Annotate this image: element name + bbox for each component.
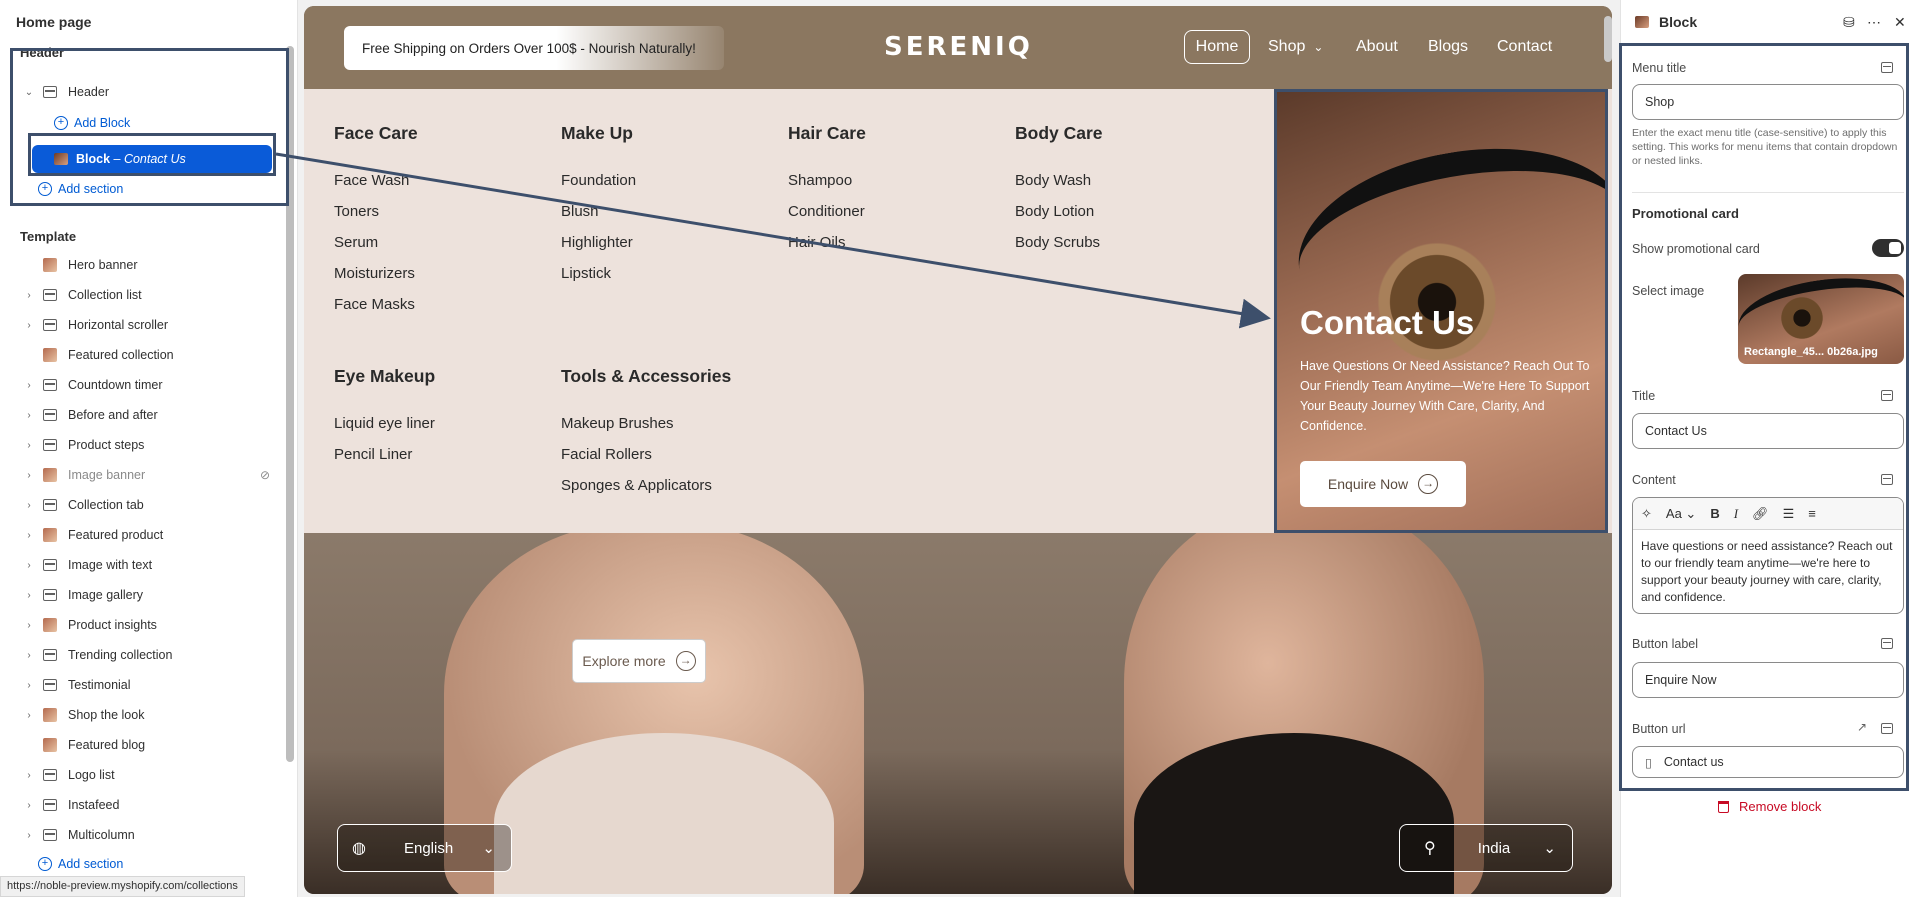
panel-header: Block xyxy=(1635,14,1697,30)
show-promo-label: Show promotional card xyxy=(1632,242,1760,256)
dynamic-source-icon[interactable] xyxy=(1881,638,1893,649)
panel-title: Block xyxy=(1659,14,1698,30)
dynamic-source-icon[interactable] xyxy=(1881,474,1893,485)
remove-block-button[interactable]: Remove block xyxy=(1718,799,1821,814)
promo-section-heading: Promotional card xyxy=(1632,206,1739,221)
menu-title-label: Menu title xyxy=(1632,61,1687,75)
trash-icon xyxy=(1718,800,1729,813)
title-label: Title xyxy=(1632,389,1656,403)
text-style-icon[interactable]: Aa ⌄ xyxy=(1666,506,1696,522)
content-rich-text-editor[interactable]: ✧ Aa ⌄ B I 🔗︎ ☰ ≡ Have questions or need… xyxy=(1632,497,1904,614)
select-image-label: Select image xyxy=(1632,284,1705,298)
button-label-input[interactable]: Enquire Now xyxy=(1632,662,1904,698)
button-url-value: Contact us xyxy=(1663,755,1724,769)
menu-title-input[interactable]: Shop xyxy=(1632,84,1904,120)
button-url-label: Button url xyxy=(1632,722,1686,736)
editor-toolbar: ✧ Aa ⌄ B I 🔗︎ ☰ ≡ xyxy=(1633,498,1903,530)
content-label: Content xyxy=(1632,473,1676,487)
italic-icon[interactable]: I xyxy=(1734,506,1738,522)
dynamic-source-icon[interactable] xyxy=(1881,723,1893,734)
content-text[interactable]: Have questions or need assistance? Reach… xyxy=(1633,530,1903,613)
close-icon[interactable]: ✕ xyxy=(1894,14,1906,31)
more-options-icon[interactable]: ⋯ xyxy=(1867,14,1881,31)
page-icon: ▯ xyxy=(1645,755,1652,770)
menu-title-help: Enter the exact menu title (case-sensiti… xyxy=(1632,127,1898,167)
divider xyxy=(1632,192,1904,193)
title-input[interactable]: Contact Us xyxy=(1632,413,1904,449)
show-promo-toggle[interactable] xyxy=(1872,239,1904,257)
numbered-list-icon[interactable]: ≡ xyxy=(1808,506,1816,521)
ai-sparkle-icon[interactable]: ✧ xyxy=(1641,506,1652,522)
bold-icon[interactable]: B xyxy=(1710,506,1719,521)
block-thumbnail-icon xyxy=(1635,16,1649,28)
image-picker[interactable]: Rectangle_45... 0b26a.jpg xyxy=(1738,274,1904,364)
dynamic-source-icon[interactable] xyxy=(1881,390,1893,401)
image-filename: Rectangle_45... 0b26a.jpg xyxy=(1744,346,1878,358)
link-icon[interactable]: 🔗︎ xyxy=(1752,506,1769,522)
database-icon[interactable]: ⛁ xyxy=(1843,14,1855,31)
remove-block-label: Remove block xyxy=(1739,799,1822,814)
external-link-icon[interactable]: ↗ xyxy=(1857,720,1867,734)
button-label-label: Button label xyxy=(1632,637,1699,651)
bullet-list-icon[interactable]: ☰ xyxy=(1783,506,1795,522)
button-url-input[interactable]: ▯ Contact us xyxy=(1632,746,1904,778)
dynamic-source-icon[interactable] xyxy=(1881,62,1893,73)
